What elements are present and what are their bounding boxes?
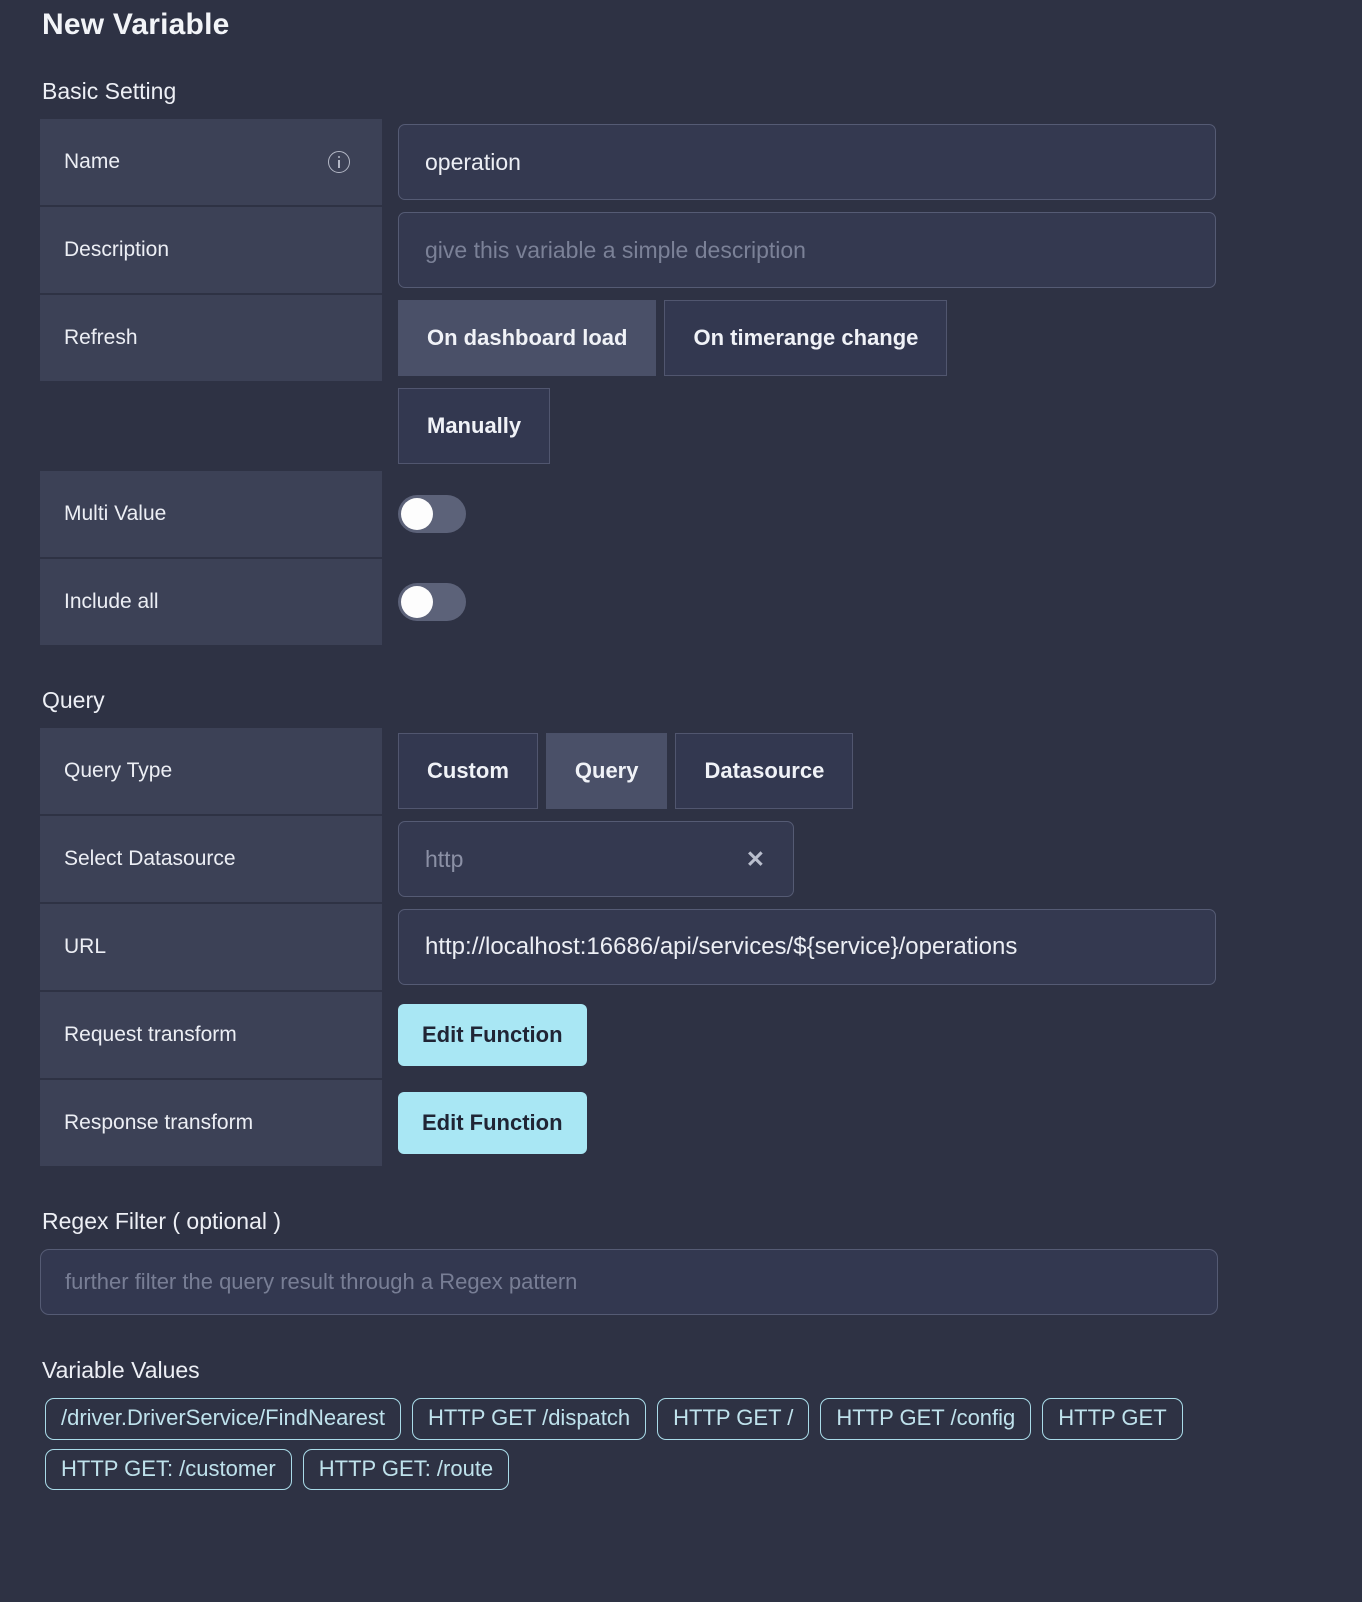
basic-setting-table: Name operation Description give this var… — [40, 119, 1218, 645]
query-heading: Query — [42, 687, 105, 713]
row-name: Name operation — [40, 119, 1218, 205]
url-input[interactable]: http://localhost:16686/api/services/${se… — [398, 909, 1216, 985]
info-icon[interactable] — [328, 151, 350, 173]
row-multi-value: Multi Value — [40, 471, 1218, 557]
variable-value-tag[interactable]: HTTP GET — [1042, 1398, 1183, 1440]
include-all-field-cell — [382, 559, 1218, 645]
basic-setting-heading: Basic Setting — [42, 78, 177, 104]
refresh-spacer-cell — [40, 383, 382, 469]
include-all-toggle-knob — [401, 586, 433, 618]
page-title: New Variable — [42, 8, 230, 41]
query-type-option-datasource[interactable]: Datasource — [675, 733, 854, 809]
query-table: Query Type Custom Query Datasource Selec… — [40, 728, 1218, 1166]
include-all-toggle[interactable] — [398, 583, 466, 621]
row-response-transform: Response transform Edit Function — [40, 1080, 1218, 1166]
close-x-icon[interactable]: ✕ — [740, 846, 771, 873]
variable-value-tag[interactable]: /driver.DriverService/FindNearest — [45, 1398, 401, 1440]
query-type-option-group: Custom Query Datasource — [398, 733, 861, 809]
datasource-select-value: http — [425, 845, 464, 872]
row-description: Description give this variable a simple … — [40, 207, 1218, 293]
response-transform-edit-function-button[interactable]: Edit Function — [398, 1092, 587, 1154]
name-input[interactable]: operation — [398, 124, 1216, 200]
refresh-option-manually[interactable]: Manually — [398, 388, 551, 464]
request-transform-label-cell: Request transform — [40, 992, 382, 1078]
request-transform-label: Request transform — [64, 1023, 237, 1046]
request-transform-edit-function-button[interactable]: Edit Function — [398, 1004, 587, 1066]
description-input[interactable]: give this variable a simple description — [398, 212, 1216, 288]
variable-value-tag[interactable]: HTTP GET / — [657, 1398, 810, 1440]
datasource-select[interactable]: http ✕ — [398, 821, 794, 897]
row-include-all: Include all — [40, 559, 1218, 645]
variable-value-tag[interactable]: HTTP GET: /route — [302, 1448, 510, 1490]
description-label-cell: Description — [40, 207, 382, 293]
url-label: URL — [64, 935, 107, 958]
row-query-type: Query Type Custom Query Datasource — [40, 728, 1218, 814]
multi-value-label-cell: Multi Value — [40, 471, 382, 557]
refresh-label: Refresh — [64, 326, 138, 349]
description-field-cell: give this variable a simple description — [382, 207, 1218, 293]
new-variable-page: New Variable Basic Setting Name operatio… — [0, 0, 1362, 1602]
url-field-cell: http://localhost:16686/api/services/${se… — [382, 904, 1218, 990]
include-all-label-cell: Include all — [40, 559, 382, 645]
query-type-option-query[interactable]: Query — [545, 733, 668, 809]
variable-value-tag[interactable]: HTTP GET /config — [820, 1398, 1032, 1440]
query-type-option-custom[interactable]: Custom — [398, 733, 538, 809]
row-refresh: Refresh On dashboard load On timerange c… — [40, 295, 1218, 381]
description-label: Description — [64, 238, 170, 261]
row-refresh-second-line: Manually — [40, 383, 1218, 469]
variable-value-tag[interactable]: HTTP GET: /customer — [45, 1448, 292, 1490]
url-label-cell: URL — [40, 904, 382, 990]
variable-values-heading: Variable Values — [42, 1357, 200, 1383]
name-label: Name — [64, 150, 121, 173]
refresh-label-cell: Refresh — [40, 295, 382, 381]
variable-values-tag-list: /driver.DriverService/FindNearest HTTP G… — [45, 1398, 1245, 1490]
response-transform-label-cell: Response transform — [40, 1080, 382, 1166]
regex-filter-heading: Regex Filter ( optional ) — [42, 1208, 282, 1234]
refresh-option-group: On dashboard load On timerange change — [398, 300, 955, 376]
name-field-cell: operation — [382, 119, 1218, 205]
multi-value-field-cell — [382, 471, 1218, 557]
regex-filter-input[interactable]: further filter the query result through … — [40, 1249, 1218, 1315]
query-type-label-cell: Query Type — [40, 728, 382, 814]
request-transform-field-cell: Edit Function — [382, 992, 1218, 1078]
response-transform-field-cell: Edit Function — [382, 1080, 1218, 1166]
variable-value-tag[interactable]: HTTP GET /dispatch — [411, 1398, 647, 1440]
select-datasource-field-cell: http ✕ — [382, 816, 1218, 902]
multi-value-toggle-knob — [401, 498, 433, 530]
query-type-label: Query Type — [64, 759, 173, 782]
select-datasource-label: Select Datasource — [64, 847, 236, 870]
multi-value-toggle[interactable] — [398, 495, 466, 533]
row-select-datasource: Select Datasource http ✕ — [40, 816, 1218, 902]
name-label-cell: Name — [40, 119, 382, 205]
refresh-option-on-dashboard-load[interactable]: On dashboard load — [398, 300, 657, 376]
refresh-option-on-timerange-change[interactable]: On timerange change — [664, 300, 948, 376]
multi-value-label: Multi Value — [64, 502, 167, 525]
row-request-transform: Request transform Edit Function — [40, 992, 1218, 1078]
include-all-label: Include all — [64, 590, 159, 613]
refresh-field-cell-2: Manually — [382, 383, 1218, 469]
query-type-field-cell: Custom Query Datasource — [382, 728, 1218, 814]
refresh-field-cell: On dashboard load On timerange change — [382, 295, 1218, 381]
select-datasource-label-cell: Select Datasource — [40, 816, 382, 902]
response-transform-label: Response transform — [64, 1111, 254, 1134]
row-url: URL http://localhost:16686/api/services/… — [40, 904, 1218, 990]
